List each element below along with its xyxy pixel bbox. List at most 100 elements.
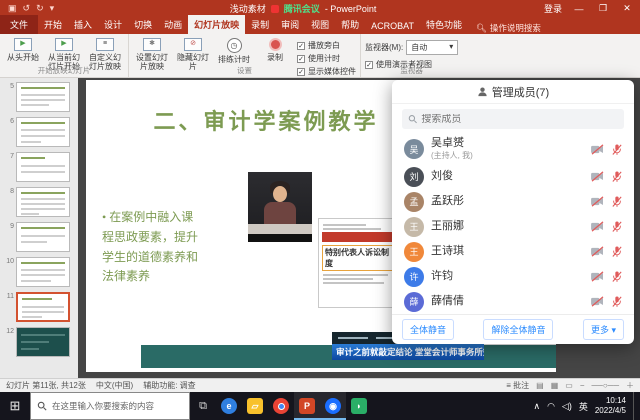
more-button[interactable]: 更多 ▾ (583, 319, 624, 340)
tab-insert[interactable]: 插入 (68, 15, 98, 34)
undo-icon[interactable]: ↺ (23, 3, 31, 14)
login-button[interactable]: 登录 (544, 2, 562, 15)
desk (248, 224, 312, 234)
mic-off-icon[interactable] (612, 143, 622, 156)
member-search-input[interactable] (421, 114, 618, 125)
thumbnail-11-selected[interactable]: 11 (4, 292, 78, 322)
unmute-all-button[interactable]: 解除全体静音 (483, 319, 553, 340)
member-row[interactable]: 刘 刘俊 (392, 164, 634, 189)
mic-off-icon[interactable] (612, 220, 622, 233)
zoom-out-icon[interactable]: − (580, 381, 585, 390)
mic-off-icon[interactable] (612, 170, 622, 183)
zoom-in-icon[interactable]: ＋ (626, 380, 634, 391)
mic-off-icon[interactable] (612, 195, 622, 208)
thumbnail-7[interactable]: 7 (4, 152, 78, 182)
tab-record[interactable]: 录制 (245, 15, 275, 34)
member-row[interactable]: 王 王丽娜 (392, 214, 634, 239)
from-beginning-button[interactable]: ▶ 从头开始 (4, 36, 42, 62)
accessibility-indicator[interactable]: 辅助功能: 调查 (143, 380, 195, 391)
slide-bullet-text[interactable]: • 在案例中融入课程思政要素，提升学生的道德素养和法律素养 (102, 208, 204, 287)
camera-off-icon[interactable] (591, 221, 604, 232)
app-name: - PowerPoint (325, 4, 377, 14)
start-button[interactable]: ⊞ (0, 392, 30, 420)
powerpoint-icon[interactable]: P (294, 392, 320, 420)
tab-home[interactable]: 开始 (38, 15, 68, 34)
camera-off-icon[interactable] (591, 246, 604, 257)
camera-off-icon[interactable] (591, 196, 604, 207)
play-narrations-checkbox[interactable]: ✓播放旁白 (297, 40, 356, 51)
network-icon[interactable]: ◠ (547, 401, 555, 412)
tab-review[interactable]: 审阅 (275, 15, 305, 34)
tab-transitions[interactable]: 切换 (128, 15, 158, 34)
member-search-box[interactable] (402, 109, 624, 129)
thumbnail-10[interactable]: 10 (4, 257, 78, 287)
tab-help[interactable]: 帮助 (335, 15, 365, 34)
tab-design[interactable]: 设计 (98, 15, 128, 34)
minimize-button[interactable]: — (572, 4, 586, 14)
language-indicator[interactable]: 中文(中国) (96, 380, 133, 391)
thumbnail-12[interactable]: 12 (4, 327, 78, 357)
slide-sorter-icon[interactable]: ▦ (551, 381, 559, 390)
maximize-button[interactable]: ❐ (596, 3, 610, 14)
tab-view[interactable]: 视图 (305, 15, 335, 34)
camera-off-icon[interactable] (591, 171, 604, 182)
camera-off-icon[interactable] (591, 271, 604, 282)
use-timings-checkbox[interactable]: ✓使用计时 (297, 53, 356, 64)
slideshow-view-icon[interactable]: ▭ (565, 381, 573, 390)
recording-indicator-icon (271, 5, 279, 13)
record-slideshow-button[interactable]: 录制 (256, 36, 294, 62)
mic-off-icon[interactable] (612, 295, 622, 308)
thumbnail-8[interactable]: 8 (4, 187, 78, 217)
embedded-video[interactable] (248, 172, 312, 242)
camera-off-icon[interactable] (591, 296, 604, 307)
ime-language-indicator[interactable]: 英 (579, 400, 588, 413)
tell-me-search[interactable]: 🔍︎ 操作说明搜索 (476, 22, 541, 34)
news-headline: 特别代表人诉讼制度 (322, 245, 394, 271)
file-explorer-icon[interactable]: ▱ (242, 392, 268, 420)
taskbar-clock[interactable]: 10:142022/4/5 (595, 396, 626, 416)
thumbnail-6[interactable]: 6 (4, 117, 78, 147)
members-icon (477, 86, 488, 97)
tab-animations[interactable]: 动画 (158, 15, 188, 34)
tab-slideshow[interactable]: 幻灯片放映 (188, 15, 245, 34)
edge-browser-icon[interactable]: e (216, 392, 242, 420)
monitor-dropdown[interactable]: 自动 ▾ (406, 40, 458, 55)
save-icon[interactable]: ▣ (8, 3, 17, 14)
member-row[interactable]: 孟 孟跃彤 (392, 189, 634, 214)
mute-all-button[interactable]: 全体静音 (402, 319, 454, 340)
hidden-icons-chevron[interactable]: ∧ (533, 401, 540, 412)
manage-members-panel: 管理成员(7) 吴 吴卓赟 (主持人, 我) 刘 刘俊 孟 孟跃彤 (392, 80, 634, 344)
news-article-image: 特别代表人诉讼制度 (318, 218, 398, 308)
qat-dropdown-icon[interactable]: ▾ (50, 3, 55, 14)
volume-icon[interactable]: ◁) (562, 401, 572, 412)
tencent-meeting-icon[interactable]: ◉ (320, 392, 346, 420)
taskbar-search[interactable]: 在这里输入你要搜索的内容 (30, 392, 190, 420)
member-row[interactable]: 吴 吴卓赟 (主持人, 我) (392, 134, 634, 164)
thumbnail-5[interactable]: 5 (4, 82, 78, 112)
tab-file[interactable]: 文件 (0, 15, 38, 34)
chrome-icon[interactable] (268, 392, 294, 420)
normal-view-icon[interactable]: ▤ (536, 381, 544, 390)
thumbnail-9[interactable]: 9 (4, 222, 78, 252)
member-row[interactable]: 许 许钧 (392, 264, 634, 289)
redo-icon[interactable]: ↻ (36, 3, 44, 14)
rehearse-timings-button[interactable]: ◷ 排练计时 (215, 36, 253, 64)
slide-title[interactable]: 二、审计学案例教学 (106, 104, 426, 136)
zoom-slider[interactable]: ──○── (591, 381, 619, 390)
slide-number-indicator[interactable]: 幻灯片 第11张, 共12张 (6, 380, 86, 391)
member-row[interactable]: 王 王诗琪 (392, 239, 634, 264)
tab-acrobat[interactable]: ACROBAT (365, 18, 420, 34)
member-row[interactable]: 薛 薛倩倩 (392, 289, 634, 314)
task-view-button[interactable]: ⧉ (190, 392, 216, 420)
close-button[interactable]: ✕ (620, 3, 634, 14)
comments-button[interactable]: ≡ 批注 (506, 380, 529, 391)
wechat-icon[interactable]: ◗ (346, 392, 372, 420)
avatar: 王 (404, 242, 424, 262)
show-desktop-button[interactable] (633, 392, 636, 420)
mic-off-icon[interactable] (612, 270, 622, 283)
member-list: 吴 吴卓赟 (主持人, 我) 刘 刘俊 孟 孟跃彤 王 (392, 134, 634, 314)
camera-off-icon[interactable] (591, 144, 604, 155)
tab-features[interactable]: 特色功能 (420, 15, 468, 34)
mic-off-icon[interactable] (612, 245, 622, 258)
avatar: 许 (404, 267, 424, 287)
